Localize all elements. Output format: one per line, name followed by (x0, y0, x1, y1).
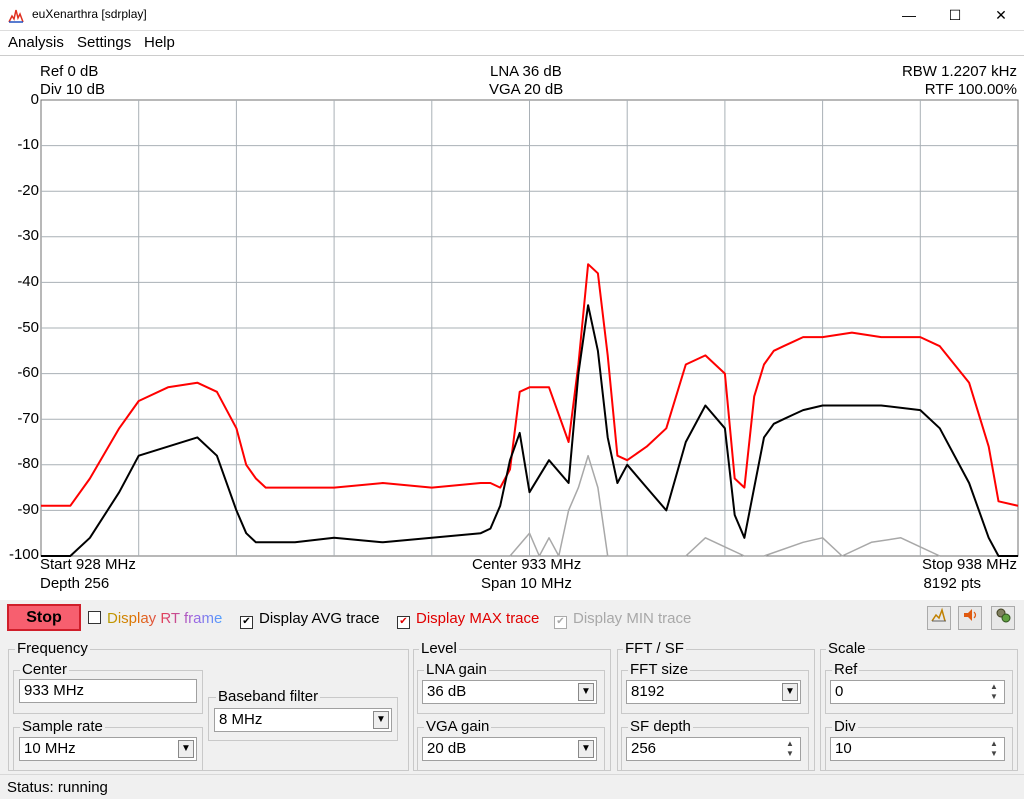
sample-rate-value: 10 MHz (24, 740, 76, 757)
depth-label: Depth 256 (40, 575, 110, 592)
fft-size-label: FFT size (628, 661, 691, 678)
marker-tool-button[interactable] (927, 606, 951, 630)
y-tick-label: -10 (17, 136, 39, 153)
rtf-label: RTF 100.00% (924, 81, 1017, 98)
menu-bar: Analysis Settings Help (0, 31, 1024, 56)
vga-gain-label: VGA gain (424, 718, 492, 735)
start-label: Start 928 MHz (40, 556, 136, 573)
speaker-icon (964, 609, 977, 621)
y-tick-label: -60 (17, 364, 39, 381)
chevron-down-icon[interactable]: ▼ (178, 740, 194, 758)
y-tick-label: -80 (17, 455, 39, 472)
sample-rate-label: Sample rate (20, 718, 105, 735)
spectrum-plot[interactable] (40, 99, 1019, 557)
settings-tool-button[interactable] (991, 606, 1015, 630)
level-group-title: Level (419, 640, 459, 657)
y-tick-label: -100 (8, 546, 39, 563)
lna-gain-value: 36 dB (427, 683, 467, 700)
y-tick-label: -40 (17, 273, 39, 290)
rt-frame-label: Display RT frame (107, 610, 223, 627)
scale-div-value: 10 (835, 740, 852, 757)
checkbox-box[interactable] (88, 611, 101, 624)
avg-trace-checkbox[interactable]: ✔ Display AVG trace (240, 610, 380, 629)
chevron-down-icon[interactable]: ▼ (578, 740, 594, 758)
spin-arrows-icon[interactable]: ▲ ▼ (987, 739, 1001, 759)
stop-freq-label: Stop 938 MHz (921, 556, 1017, 573)
scale-ref-spinbox[interactable]: 0 ▲ ▼ (830, 680, 1005, 704)
y-tick-label: -90 (17, 501, 39, 518)
vga-gain-value: 20 dB (427, 740, 467, 757)
center-input[interactable]: 933 MHz (19, 679, 197, 703)
audio-button[interactable] (958, 606, 982, 630)
vga-gain-select[interactable]: 20 dB ▼ (422, 737, 597, 761)
fft-group-title: FFT / SF (623, 640, 686, 657)
center-field-label: Center (20, 661, 70, 678)
chevron-down-icon[interactable]: ▼ (782, 683, 798, 701)
window-title: euXenarthra [sdrplay] (32, 7, 147, 21)
checkmark-icon[interactable]: ✔ (240, 616, 253, 629)
avg-trace-label: Display AVG trace (259, 610, 380, 627)
menu-analysis[interactable]: Analysis (8, 34, 64, 51)
y-tick-label: -30 (17, 227, 39, 244)
status-text: Status: running (7, 779, 108, 796)
fft-size-select[interactable]: 8192 ▼ (626, 680, 801, 704)
stop-button[interactable]: Stop (7, 604, 81, 631)
scale-group-title: Scale (826, 640, 868, 657)
span-label: Span 10 MHz (481, 575, 572, 592)
lna-label: LNA 36 dB (490, 63, 562, 80)
scale-ref-value: 0 (835, 683, 844, 700)
menu-settings[interactable]: Settings (77, 34, 131, 51)
spin-arrows-icon[interactable]: ▲ ▼ (783, 739, 797, 759)
scale-div-label: Div (832, 718, 858, 735)
frequency-group-title: Frequency (15, 640, 90, 657)
baseband-label: Baseband filter (216, 688, 321, 705)
baseband-value: 8 MHz (219, 711, 263, 728)
y-tick-label: -70 (17, 410, 39, 427)
menu-help[interactable]: Help (144, 34, 175, 51)
div-label: Div 10 dB (40, 81, 106, 98)
lna-gain-select[interactable]: 36 dB ▼ (422, 680, 597, 704)
baseband-select[interactable]: 8 MHz ▼ (214, 708, 392, 732)
app-icon (8, 9, 24, 23)
checkmark-icon[interactable]: ✔ (397, 616, 410, 629)
max-trace-checkbox[interactable]: ✔ Display MAX trace (397, 610, 539, 629)
sf-depth-spinbox[interactable]: 256 ▲ ▼ (626, 737, 801, 761)
gears-icon (996, 608, 1011, 623)
sf-depth-label: SF depth (628, 718, 693, 735)
center-label: Center 933 MHz (472, 556, 582, 573)
sf-depth-value: 256 (631, 740, 657, 757)
sample-rate-select[interactable]: 10 MHz ▼ (19, 737, 197, 761)
title-bar: euXenarthra [sdrplay] — ☐ ✕ (0, 0, 1024, 31)
status-bar: Status: running (0, 774, 1024, 799)
rt-frame-checkbox[interactable]: Display RT frame (88, 610, 222, 627)
rbw-label: RBW 1.2207 kHz (901, 63, 1017, 80)
vga-label: VGA 20 dB (489, 81, 564, 98)
checkmark-icon[interactable]: ✔ (554, 616, 567, 629)
lna-gain-label: LNA gain (424, 661, 489, 678)
y-tick-label: -50 (17, 319, 39, 336)
min-trace-label: Display MIN trace (573, 610, 692, 627)
y-tick-label: -20 (17, 182, 39, 199)
pts-label: 8192 pts (923, 575, 981, 592)
scale-ref-label: Ref (832, 661, 860, 678)
min-trace-checkbox[interactable]: ✔ Display MIN trace (554, 610, 691, 629)
y-tick-label: 0 (30, 91, 39, 108)
fft-size-value: 8192 (631, 683, 665, 700)
peak-marker-icon (931, 607, 946, 622)
maximize-button[interactable]: ☐ (932, 0, 978, 30)
spin-arrows-icon[interactable]: ▲ ▼ (987, 682, 1001, 702)
close-button[interactable]: ✕ (978, 0, 1024, 30)
minimize-button[interactable]: — (886, 0, 932, 30)
scale-div-spinbox[interactable]: 10 ▲ ▼ (830, 737, 1005, 761)
ref-label: Ref 0 dB (40, 63, 99, 80)
max-trace-label: Display MAX trace (416, 610, 540, 627)
chevron-down-icon[interactable]: ▼ (373, 711, 389, 729)
chevron-down-icon[interactable]: ▼ (578, 683, 594, 701)
